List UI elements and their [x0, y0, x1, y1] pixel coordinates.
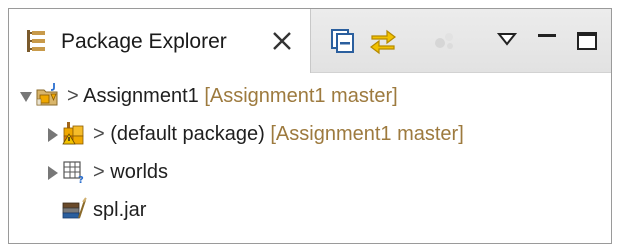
tab-title: Package Explorer — [61, 30, 227, 53]
git-dirty-marker: > — [67, 85, 79, 107]
tree-item-assignment1[interactable]: > Assignment1 [Assignment1 master] — [9, 79, 611, 113]
package-explorer-view: Package Explorer > Assignment1 [Assignme… — [8, 8, 612, 244]
folder-untracked-icon: ? — [63, 161, 84, 184]
chevron-right-icon[interactable] — [45, 165, 59, 181]
view-header: Package Explorer — [9, 9, 611, 73]
svg-text:?: ? — [78, 175, 84, 184]
tree-item-label: > (default package) [Assignment1 master] — [93, 117, 464, 151]
maximize-icon[interactable] — [573, 27, 601, 55]
package-name: (default package) — [110, 123, 265, 145]
tree-item-label: > worlds — [93, 155, 168, 189]
view-menu-icon[interactable] — [493, 27, 521, 55]
git-branch-decoration: [Assignment1 master] — [204, 85, 398, 107]
tree-item-spl-jar[interactable]: spl.jar — [9, 193, 611, 227]
tree-item-label: > Assignment1 [Assignment1 master] — [67, 79, 398, 113]
git-branch-decoration: [Assignment1 master] — [270, 123, 464, 145]
tab-package-explorer[interactable]: Package Explorer — [9, 9, 311, 73]
default-package-icon — [62, 122, 84, 145]
git-dirty-marker: > — [93, 123, 105, 145]
folder-name: worlds — [110, 161, 169, 183]
jar-file-icon — [62, 197, 87, 219]
jar-name: spl.jar — [93, 199, 147, 221]
chevron-right-icon[interactable] — [45, 127, 59, 143]
collapse-all-icon[interactable] — [329, 27, 357, 55]
tree-item-default-package[interactable]: > (default package) [Assignment1 master] — [9, 117, 611, 151]
project-name: Assignment1 — [83, 85, 199, 107]
tree-item-worlds[interactable]: ? > worlds — [9, 155, 611, 189]
focus-on-active-task-icon[interactable] — [431, 27, 459, 55]
java-project-icon — [36, 83, 58, 106]
link-with-editor-icon[interactable] — [369, 27, 397, 55]
close-icon[interactable] — [271, 30, 293, 52]
minimize-icon[interactable] — [533, 27, 561, 55]
chevron-down-icon[interactable] — [19, 89, 33, 105]
package-explorer-icon — [27, 30, 45, 52]
git-dirty-marker: > — [93, 161, 105, 183]
tree-item-label: spl.jar — [93, 193, 146, 227]
